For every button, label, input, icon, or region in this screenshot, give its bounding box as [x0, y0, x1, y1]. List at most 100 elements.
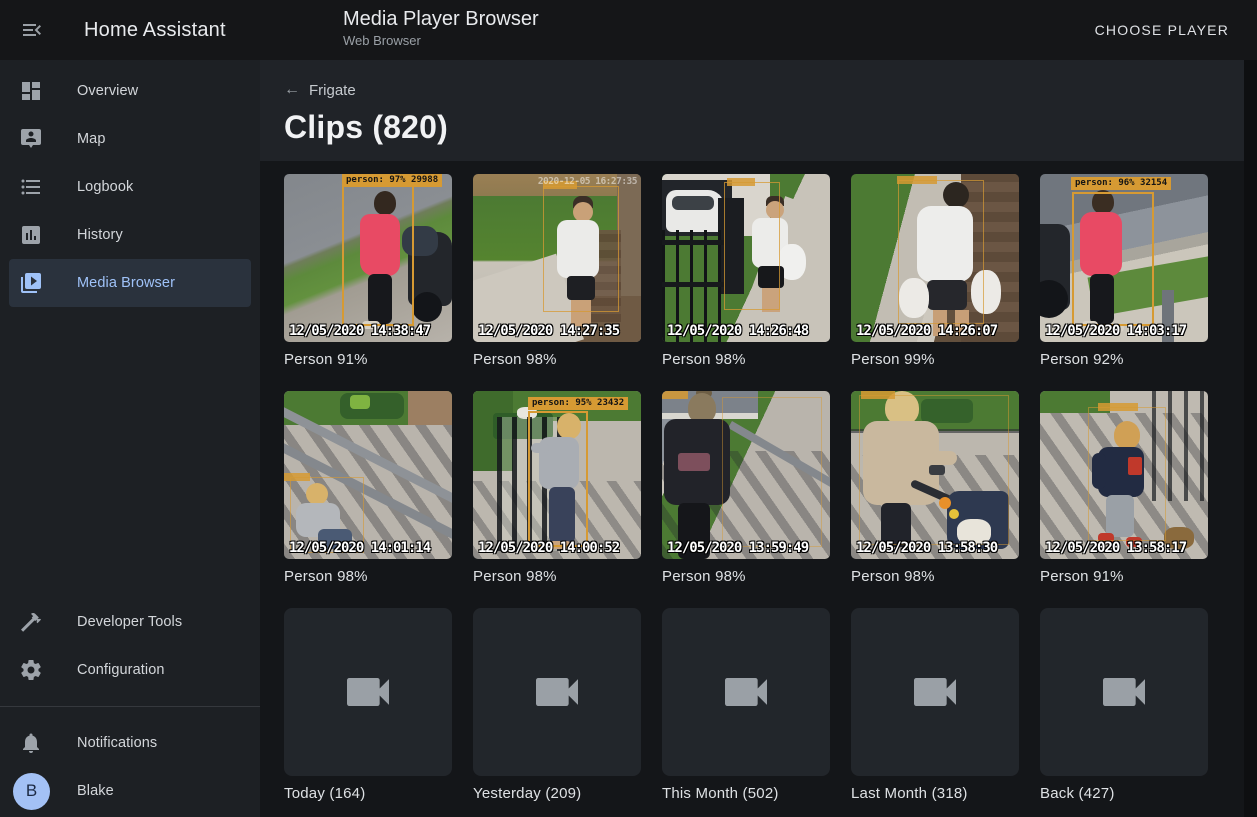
scene-shape: [350, 395, 370, 409]
clip-caption: Person 99%: [851, 351, 1019, 368]
sidebar-item-notifications[interactable]: Notifications: [9, 719, 251, 767]
top-app-bar: Home Assistant Media Player Browser Web …: [0, 0, 1257, 60]
clip-timestamp: 12/05/2020 14:03:17: [1045, 323, 1186, 339]
sidebar-item-developer-tools[interactable]: Developer Tools: [9, 598, 251, 646]
clip-caption: Person 98%: [473, 568, 641, 585]
choose-player-button[interactable]: CHOOSE PLAYER: [1087, 14, 1237, 46]
arrow-left-icon: ←: [284, 81, 300, 99]
clip-thumbnail[interactable]: 12/05/2020 14:01:14: [284, 391, 452, 559]
detection-bbox: [528, 411, 588, 547]
folder-tile[interactable]: [1040, 608, 1208, 776]
scene-shape: [678, 453, 710, 471]
sidebar-item-logbook[interactable]: Logbook: [9, 163, 251, 211]
sidebar-item-label: Developer Tools: [77, 614, 182, 630]
clip-card: 2020-12-05 16:27:35 12/05/2020 14:27:35 …: [473, 174, 641, 368]
play-box-multiple-icon: [19, 271, 43, 295]
videocam-icon: [340, 664, 396, 720]
clip-timestamp: 12/05/2020 13:58:17: [1045, 540, 1186, 556]
clip-timestamp: 12/05/2020 14:26:48: [667, 323, 808, 339]
clip-card: 12/05/2020 13:59:49 Person 98%: [662, 391, 830, 585]
clips-grid: person: 97% 29988 12/05/2020 14:38:47 Pe…: [260, 161, 1257, 815]
clip-thumbnail[interactable]: 12/05/2020 13:59:49: [662, 391, 830, 559]
clip-thumbnail[interactable]: person: 97% 29988 12/05/2020 14:38:47: [284, 174, 452, 342]
home-assistant-app: Home Assistant Media Player Browser Web …: [0, 0, 1257, 817]
folder-tile[interactable]: [662, 608, 830, 776]
detection-bbox: [724, 182, 780, 310]
sidebar-item-label: Overview: [77, 83, 138, 99]
bell-icon: [19, 731, 43, 755]
folder-caption: Last Month (318): [851, 785, 1019, 802]
detection-label: person: 97% 29988: [342, 174, 442, 187]
clip-timestamp: 12/05/2020 13:59:49: [667, 540, 808, 556]
clip-caption: Person 98%: [473, 351, 641, 368]
scene-shape: [412, 292, 442, 322]
page-heading: Clips (820): [284, 109, 1220, 146]
detection-bbox: [859, 395, 1009, 545]
folder-card-today: Today (164): [284, 608, 452, 802]
dashboard-icon: [19, 79, 43, 103]
sidebar-item-label: Media Browser: [77, 275, 175, 291]
profile-name: Blake: [77, 783, 114, 799]
detection-label-small: [284, 473, 310, 481]
sidebar-item-configuration[interactable]: Configuration: [9, 646, 251, 694]
detection-label: person: 96% 32154: [1071, 177, 1171, 190]
sidebar-spacer: [0, 307, 260, 598]
folder-card-last-month: Last Month (318): [851, 608, 1019, 802]
folder-tile[interactable]: [473, 608, 641, 776]
clip-thumbnail[interactable]: 12/05/2020 14:26:48: [662, 174, 830, 342]
hammer-icon: [19, 610, 43, 634]
clip-thumbnail[interactable]: 12/05/2020 13:58:30: [851, 391, 1019, 559]
clip-card: 12/05/2020 14:26:48 Person 98%: [662, 174, 830, 368]
chart-box-icon: [19, 223, 43, 247]
clip-caption: Person 92%: [1040, 351, 1208, 368]
clip-card: person: 95% 23432 12/05/2020 14:00:52 Pe…: [473, 391, 641, 585]
clip-caption: Person 91%: [284, 351, 452, 368]
page-title-block: Media Player Browser Web Browser: [343, 8, 539, 48]
sidebar-item-label: Logbook: [77, 179, 133, 195]
detection-bbox: [722, 397, 822, 547]
clip-caption: Person 98%: [284, 568, 452, 585]
list-bulleted-icon: [19, 175, 43, 199]
sidebar-item-label: History: [77, 227, 123, 243]
sidebar-item-media-browser[interactable]: Media Browser: [9, 259, 251, 307]
sidebar-item-label: Configuration: [77, 662, 165, 678]
avatar: B: [13, 773, 50, 810]
folder-tile[interactable]: [851, 608, 1019, 776]
clip-caption: Person 91%: [1040, 568, 1208, 585]
clip-thumbnail[interactable]: 2020-12-05 16:27:35 12/05/2020 14:27:35: [473, 174, 641, 342]
breadcrumb-back-frigate[interactable]: ← Frigate: [284, 81, 356, 99]
videocam-icon: [718, 664, 774, 720]
clip-thumbnail[interactable]: 12/05/2020 14:26:07: [851, 174, 1019, 342]
menu-open-button[interactable]: [8, 6, 56, 54]
clip-timestamp: 12/05/2020 14:38:47: [289, 323, 430, 339]
detection-label-small: [897, 176, 937, 184]
sidebar-item-label: Notifications: [77, 735, 157, 751]
app-title: Home Assistant: [84, 19, 226, 42]
folder-tile[interactable]: [284, 608, 452, 776]
folder-card-yesterday: Yesterday (209): [473, 608, 641, 802]
content-header: ← Frigate Clips (820): [260, 60, 1244, 161]
sidebar-item-overview[interactable]: Overview: [9, 67, 251, 115]
clip-timestamp: 12/05/2020 14:26:07: [856, 323, 997, 339]
gear-icon: [19, 658, 43, 682]
sidebar-item-profile[interactable]: B Blake: [9, 767, 251, 815]
scrollbar-track[interactable]: [1244, 60, 1257, 817]
clip-thumbnail[interactable]: person: 96% 32154 12/05/2020 14:03:17: [1040, 174, 1208, 342]
folder-caption: Back (427): [1040, 785, 1208, 802]
folder-caption: Yesterday (209): [473, 785, 641, 802]
sidebar: Overview Map Logbook History Media Brows…: [0, 60, 260, 817]
map-account-icon: [19, 127, 43, 151]
clip-thumbnail[interactable]: 12/05/2020 13:58:17: [1040, 391, 1208, 559]
scene-shape: [662, 240, 724, 245]
folder-card-back: Back (427): [1040, 608, 1208, 802]
scene-shape: [408, 391, 452, 425]
scene-shape: [672, 196, 714, 210]
sidebar-item-history[interactable]: History: [9, 211, 251, 259]
sidebar-item-map[interactable]: Map: [9, 115, 251, 163]
clip-timestamp: 12/05/2020 14:00:52: [478, 540, 619, 556]
clip-thumbnail[interactable]: person: 95% 23432 12/05/2020 14:00:52: [473, 391, 641, 559]
breadcrumb-label: Frigate: [309, 82, 356, 99]
page-title: Media Player Browser: [343, 8, 539, 31]
media-browser-content: ← Frigate Clips (820): [260, 60, 1257, 817]
clip-card: person: 96% 32154 12/05/2020 14:03:17 Pe…: [1040, 174, 1208, 368]
